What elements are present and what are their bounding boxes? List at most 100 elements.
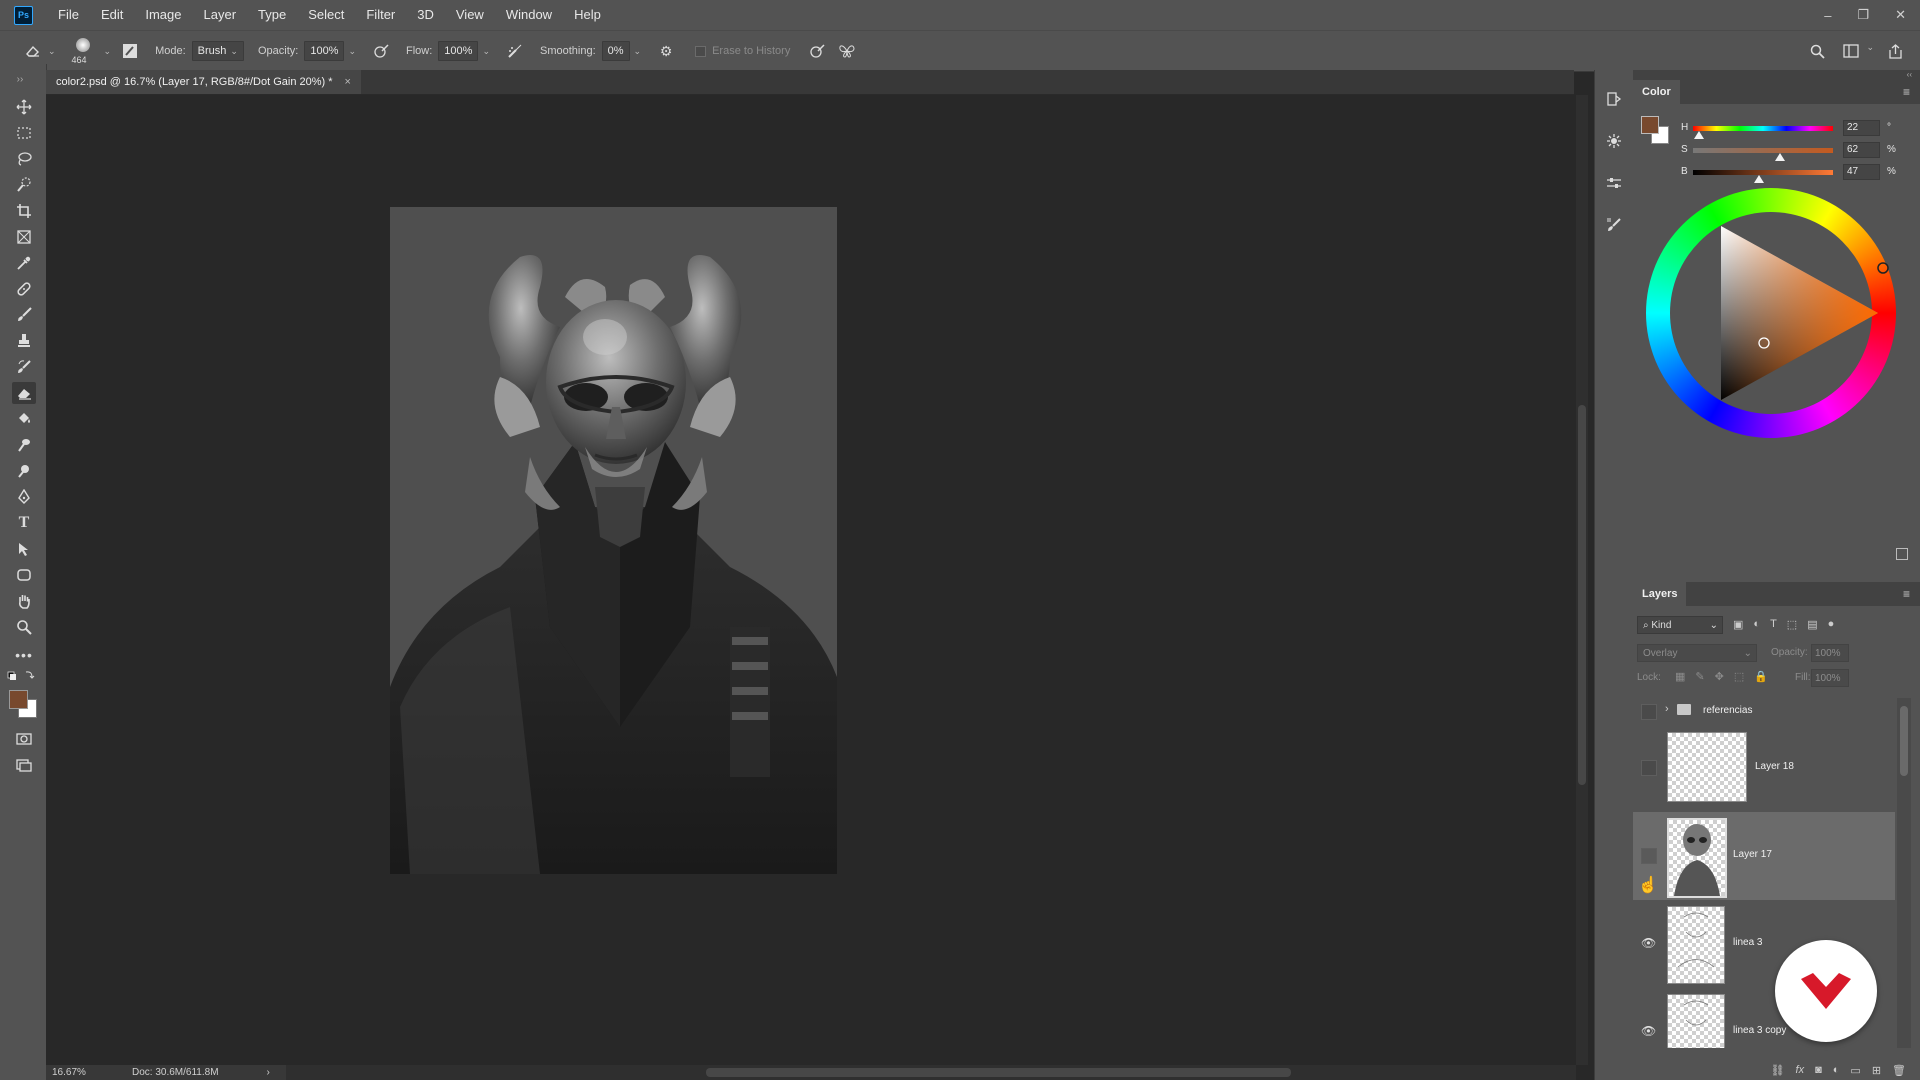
clone-stamp-tool-icon[interactable] bbox=[12, 330, 36, 352]
screen-mode-icon[interactable] bbox=[12, 754, 36, 776]
minimize-button[interactable]: – bbox=[1824, 8, 1831, 23]
workspace-icon[interactable] bbox=[1840, 40, 1862, 62]
chevron-down-icon[interactable]: ⌄ bbox=[104, 46, 112, 57]
chevron-down-icon[interactable]: ⌄ bbox=[1866, 42, 1874, 53]
chevron-down-icon[interactable]: ⌄ bbox=[48, 46, 56, 57]
eyedropper-tool-icon[interactable] bbox=[12, 252, 36, 274]
trash-icon[interactable]: 🗑 bbox=[1892, 1064, 1906, 1077]
layers-scroll-thumb[interactable] bbox=[1900, 706, 1908, 776]
frame-tool-icon[interactable] bbox=[12, 226, 36, 248]
visibility-toggle[interactable] bbox=[1641, 704, 1657, 720]
share-icon[interactable] bbox=[1884, 40, 1906, 62]
more-tools-icon[interactable]: ••• bbox=[12, 644, 36, 666]
lock-pixels-icon[interactable]: ✎ bbox=[1695, 670, 1704, 683]
dodge-tool-icon[interactable] bbox=[12, 460, 36, 482]
brightness-value[interactable]: 47 bbox=[1843, 164, 1880, 180]
new-group-icon[interactable]: ▭ bbox=[1850, 1064, 1860, 1077]
menu-edit[interactable]: Edit bbox=[90, 0, 134, 30]
saturation-slider-thumb[interactable] bbox=[1775, 153, 1785, 161]
chevron-down-icon[interactable]: ⌄ bbox=[482, 46, 490, 57]
history-brush-tool-icon[interactable] bbox=[12, 356, 36, 378]
eraser-tool-icon[interactable] bbox=[12, 382, 36, 404]
lock-position-icon[interactable]: ✥ bbox=[1715, 670, 1724, 683]
fill-input[interactable]: 100% bbox=[1811, 669, 1849, 687]
close-window-button[interactable]: ✕ bbox=[1895, 7, 1906, 23]
layer-row-selected[interactable]: Layer 17 bbox=[1633, 812, 1895, 901]
vertical-scrollbar[interactable] bbox=[1576, 95, 1588, 1065]
panel-resize-icon[interactable] bbox=[1896, 548, 1908, 560]
zoom-level[interactable]: 16.67% bbox=[52, 1067, 114, 1078]
collapse-toolbar-icon[interactable]: ›› bbox=[8, 68, 32, 90]
eye-icon[interactable]: 👁 bbox=[1641, 936, 1656, 950]
menu-window[interactable]: Window bbox=[495, 0, 563, 30]
document-tab[interactable]: color2.psd @ 16.7% (Layer 17, RGB/8#/Dot… bbox=[46, 70, 361, 94]
mode-select[interactable]: Brush ⌄ bbox=[191, 41, 244, 61]
smoothing-input[interactable]: 0% bbox=[601, 41, 630, 61]
menu-file[interactable]: File bbox=[47, 0, 90, 30]
new-layer-icon[interactable]: ⊞ bbox=[1872, 1064, 1881, 1077]
saturation-brightness-triangle[interactable] bbox=[1646, 188, 1896, 438]
saturation-value[interactable]: 62 bbox=[1843, 142, 1880, 158]
type-filter-icon[interactable]: T bbox=[1770, 618, 1777, 631]
brush-settings-panel-icon[interactable] bbox=[119, 40, 141, 62]
opacity-input[interactable]: 100% bbox=[304, 41, 345, 61]
foreground-color-swatch[interactable] bbox=[1641, 116, 1659, 134]
artwork-canvas[interactable] bbox=[390, 207, 837, 874]
adjustment-filter-icon[interactable]: ◐ bbox=[1753, 618, 1760, 631]
collapse-panels-icon[interactable]: ‹‹ bbox=[1633, 70, 1920, 80]
gear-icon[interactable]: ⚙ bbox=[655, 40, 677, 62]
menu-filter[interactable]: Filter bbox=[355, 0, 406, 30]
healing-brush-tool-icon[interactable] bbox=[12, 278, 36, 300]
lock-transparent-icon[interactable]: ▦ bbox=[1675, 670, 1685, 683]
panel-menu-icon[interactable]: ≡ bbox=[1903, 85, 1910, 99]
hue-slider-thumb[interactable] bbox=[1694, 131, 1704, 139]
paint-bucket-tool-icon[interactable] bbox=[12, 408, 36, 430]
pixel-filter-icon[interactable]: ▣ bbox=[1733, 618, 1743, 631]
saturation-slider[interactable] bbox=[1693, 148, 1833, 153]
menu-type[interactable]: Type bbox=[247, 0, 297, 30]
smart-object-filter-icon[interactable]: ▤ bbox=[1807, 618, 1817, 631]
layer-filter-select[interactable]: ⌕ Kind ⌄ bbox=[1637, 616, 1723, 634]
visibility-toggle[interactable] bbox=[1641, 760, 1657, 776]
brush-preset-picker[interactable]: 464 bbox=[66, 34, 100, 68]
pen-tool-icon[interactable] bbox=[12, 486, 36, 508]
foreground-color-swatch[interactable] bbox=[9, 690, 28, 709]
add-mask-icon[interactable]: ◙ bbox=[1815, 1064, 1822, 1076]
color-wheel[interactable] bbox=[1646, 188, 1896, 438]
menu-image[interactable]: Image bbox=[134, 0, 192, 30]
layers-panel-tab[interactable]: Layers bbox=[1633, 582, 1687, 606]
visibility-toggle[interactable] bbox=[1641, 848, 1657, 864]
shape-tool-icon[interactable] bbox=[12, 564, 36, 586]
crop-tool-icon[interactable] bbox=[12, 200, 36, 222]
airbrush-icon[interactable] bbox=[504, 40, 526, 62]
symmetry-butterfly-icon[interactable] bbox=[836, 40, 858, 62]
menu-layer[interactable]: Layer bbox=[193, 0, 248, 30]
brush-settings-icon[interactable] bbox=[1603, 214, 1625, 236]
brightness-slider-thumb[interactable] bbox=[1754, 175, 1764, 183]
horizontal-scroll-thumb[interactable] bbox=[706, 1068, 1291, 1077]
path-selection-tool-icon[interactable] bbox=[12, 538, 36, 560]
brush-tool-icon[interactable] bbox=[12, 304, 36, 326]
layer-row-group[interactable]: › referencias bbox=[1633, 698, 1895, 725]
lock-all-icon[interactable]: 🔒 bbox=[1754, 670, 1768, 683]
zoom-tool-icon[interactable] bbox=[12, 616, 36, 638]
link-layers-icon[interactable]: ⛓ bbox=[1771, 1064, 1785, 1077]
erase-to-history-checkbox[interactable]: Erase to History bbox=[695, 45, 790, 57]
default-colors-icon[interactable] bbox=[6, 668, 38, 682]
eye-icon[interactable]: 👁 bbox=[1641, 1024, 1656, 1038]
menu-help[interactable]: Help bbox=[563, 0, 612, 30]
lock-artboard-icon[interactable]: ⬚ bbox=[1734, 670, 1744, 683]
eraser-tool-preset-icon[interactable] bbox=[22, 40, 44, 62]
menu-view[interactable]: View bbox=[445, 0, 495, 30]
maximize-button[interactable]: ❐ bbox=[1857, 7, 1869, 23]
photoshop-logo[interactable]: Ps bbox=[14, 5, 33, 25]
status-menu-arrow[interactable]: › bbox=[267, 1067, 270, 1078]
filter-toggle-icon[interactable]: ● bbox=[1828, 618, 1835, 631]
hue-value[interactable]: 22 bbox=[1843, 120, 1880, 136]
pressure-size-icon[interactable] bbox=[806, 40, 828, 62]
vertical-scroll-thumb[interactable] bbox=[1578, 405, 1586, 785]
panel-menu-icon[interactable]: ≡ bbox=[1903, 587, 1910, 601]
layer-opacity-input[interactable]: 100% bbox=[1811, 644, 1849, 662]
pressure-opacity-icon[interactable] bbox=[370, 40, 392, 62]
layer-row[interactable]: Layer 18 bbox=[1633, 724, 1895, 813]
